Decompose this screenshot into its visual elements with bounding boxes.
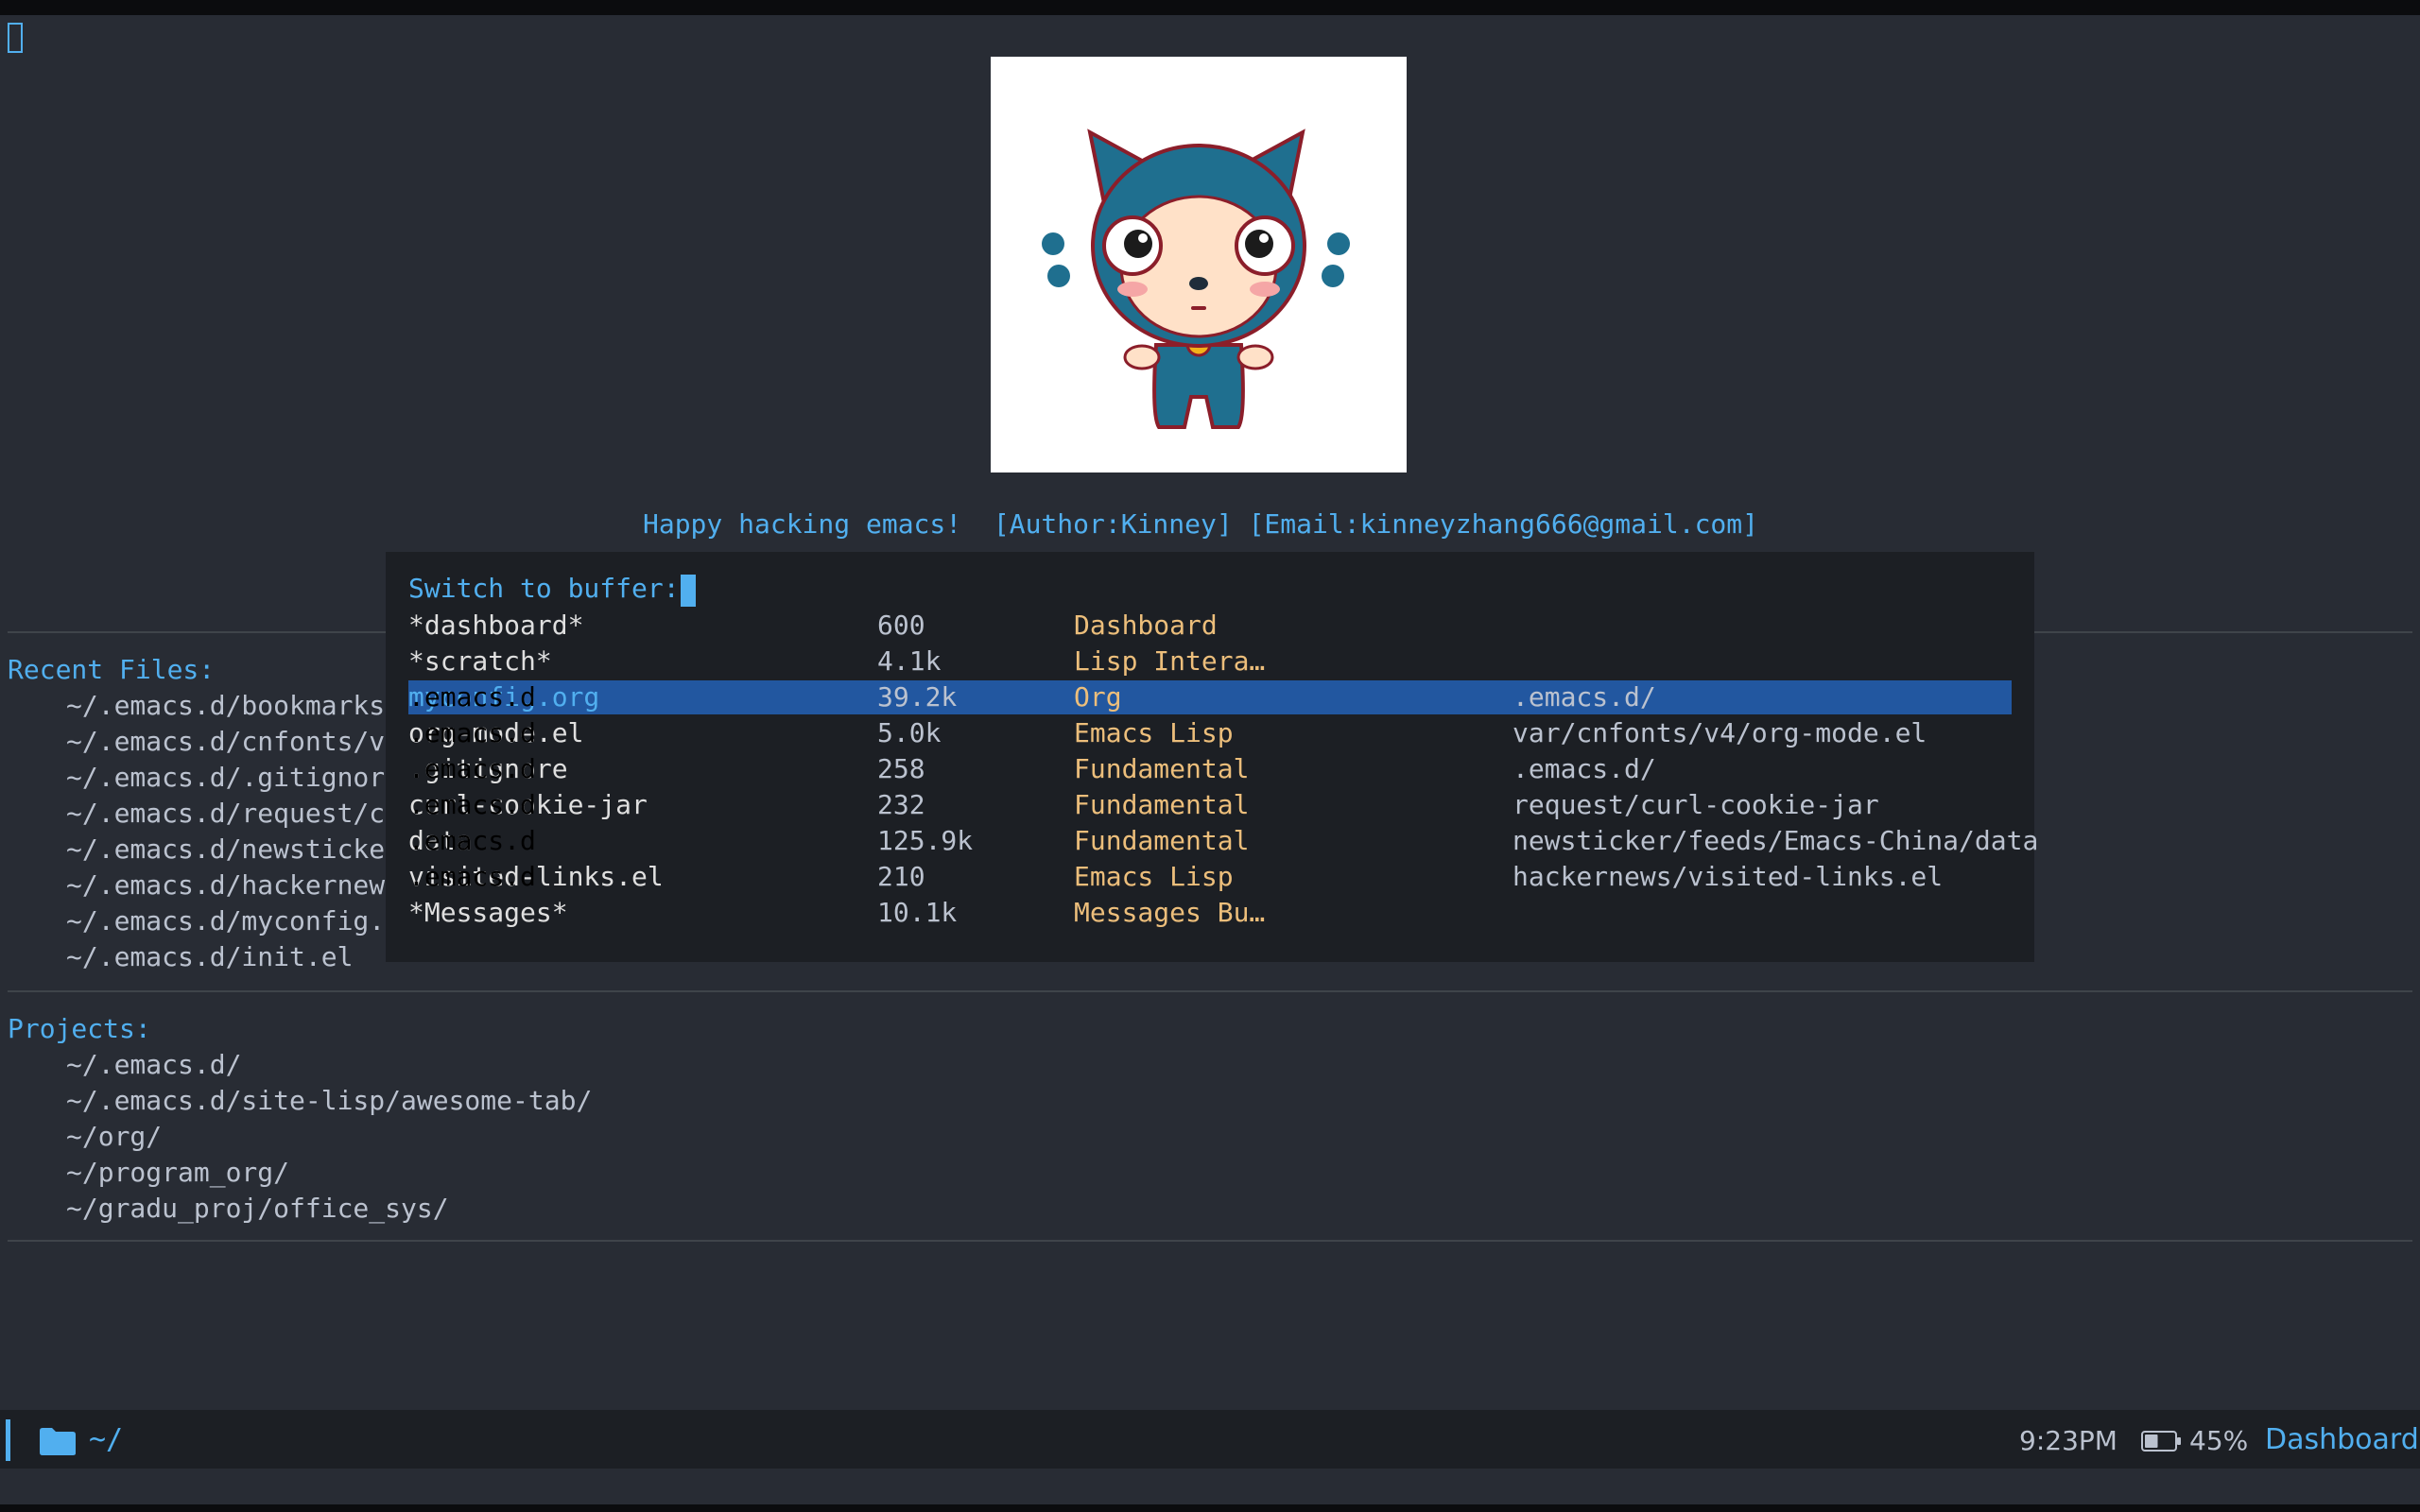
banner-mascot-image [991, 57, 1407, 472]
modeline-battery: 45% [2189, 1425, 2249, 1456]
buffer-size: 125.9k [877, 825, 974, 856]
buffer-mode: Emacs Lisp [1074, 861, 1234, 892]
buffer-mode: Emacs Lisp [1074, 717, 1234, 748]
buffer-path: newsticker/feeds/Emacs-China/data [1512, 825, 2039, 856]
buffer-name: *scratch* [408, 645, 552, 677]
buffer-mode: Fundamental [1074, 753, 1250, 784]
recent-file-item[interactable]: ~/.emacs.d/hackernews [66, 869, 401, 901]
buffer-candidate-row[interactable]: org-mode.el 5.0k Emacs Lisp .emacs.d var/cnf… [408, 716, 2012, 750]
buffer-candidate-row[interactable]: *Messages* 10.1k Messages Bu… [408, 896, 2012, 930]
buffer-path: var/cnfonts/v4/org-mode.el [1512, 717, 1927, 748]
buffer-path: request/curl-cookie-jar [1512, 789, 1879, 820]
buffer-size: 232 [877, 789, 925, 820]
divider [8, 1240, 2412, 1242]
recent-file-item[interactable]: ~/.emacs.d/init.el [66, 941, 353, 972]
buffer-size: 10.1k [877, 897, 958, 928]
project-item[interactable]: ~/org/ [66, 1121, 162, 1152]
folder-icon [40, 1428, 76, 1455]
recent-file-item[interactable]: ~/.emacs.d/myconfig.o [66, 905, 401, 936]
recent-file-item[interactable]: ~/.emacs.d/request/cu [66, 798, 401, 829]
recent-file-item[interactable]: ~/.emacs.d/.gitignore [66, 762, 401, 793]
buffer-size: 600 [877, 610, 925, 641]
buffer-mode: Lisp Intera… [1074, 645, 1266, 677]
project-item[interactable]: ~/.emacs.d/ [66, 1049, 241, 1080]
mascot-illustration [1042, 129, 1350, 429]
battery-fill [2145, 1435, 2158, 1448]
buffer-path: .emacs.d/ [1512, 753, 1656, 784]
switch-buffer-prompt: Switch to buffer: [408, 573, 680, 604]
divider [8, 990, 2412, 992]
buffer-size: 210 [877, 861, 925, 892]
emacs-frame: Happy hacking emacs! [Author:Kinney] [Em… [0, 15, 2420, 1504]
modeline-active-indicator [6, 1419, 10, 1461]
buffer-candidate-row[interactable]: myconfig.org 39.2k Org .emacs.d .emacs.d/ [408, 680, 2012, 714]
buffer-size: 4.1k [877, 645, 942, 677]
buffer-mode: Fundamental [1074, 789, 1250, 820]
modeline-directory: ~/ [89, 1423, 124, 1456]
buffer-mode: Dashboard [1074, 610, 1218, 641]
recent-file-item[interactable]: ~/.emacs.d/newsticker [66, 833, 401, 865]
buffer-candidate-row[interactable]: curl-cookie-jar 232 Fundamental .emacs.d req… [408, 788, 2012, 822]
buffer-project: .emacs.d [408, 825, 536, 856]
buffer-project: .emacs.d [408, 789, 536, 820]
buffer-project: .emacs.d [408, 681, 536, 713]
buffer-switcher-popup: Switch to buffer: *dashboard* 600 Dashboar… [386, 552, 2038, 962]
buffer-candidate-row[interactable]: .gitignore 258 Fundamental .emacs.d .emacs.d… [408, 752, 2012, 786]
buffer-mode: Org [1074, 681, 1122, 713]
modeline: ~/ 9:23PM 45% Dashboard [0, 1410, 2420, 1469]
projects-heading: Projects: [8, 1013, 151, 1044]
project-item[interactable]: ~/gradu_proj/office_sys/ [66, 1193, 449, 1224]
project-item[interactable]: ~/.emacs.d/site-lisp/awesome-tab/ [66, 1085, 592, 1116]
modeline-clock: 9:23PM [2019, 1425, 2118, 1456]
buffer-size: 258 [877, 753, 925, 784]
buffer-name: *dashboard* [408, 610, 584, 641]
buffer-mode: Fundamental [1074, 825, 1250, 856]
project-item[interactable]: ~/program_org/ [66, 1157, 289, 1188]
minibuffer-input-cursor[interactable] [681, 575, 696, 607]
buffer-size: 39.2k [877, 681, 958, 713]
recent-file-item[interactable]: ~/.emacs.d/cnfonts/v4 [66, 726, 401, 757]
buffer-size: 5.0k [877, 717, 942, 748]
buffer-mode: Messages Bu… [1074, 897, 1266, 928]
recent-files-heading: Recent Files: [8, 654, 216, 685]
buffer-project: .emacs.d [408, 861, 536, 892]
buffer-candidate-row[interactable]: visited-links.el 210 Emacs Lisp .emacs.d hac… [408, 860, 2012, 894]
recent-file-item[interactable]: ~/.emacs.d/bookmarks [66, 690, 385, 721]
buffer-project: .emacs.d [408, 753, 536, 784]
modeline-major-mode[interactable]: Dashboard [2265, 1423, 2419, 1456]
buffer-name: *Messages* [408, 897, 568, 928]
battery-icon [2141, 1431, 2181, 1452]
buffer-candidate-row[interactable]: data 125.9k Fundamental .emacs.d newsticker/… [408, 824, 2038, 858]
dashboard-motto: Happy hacking emacs! [Author:Kinney] [Em… [642, 508, 1759, 540]
buffer-candidate-row[interactable]: *scratch* 4.1k Lisp Intera… [408, 644, 2012, 679]
buffer-project: .emacs.d [408, 717, 536, 748]
buffer-path: .emacs.d/ [1512, 681, 1656, 713]
cursor [8, 23, 23, 53]
buffer-path: hackernews/visited-links.el [1512, 861, 1944, 892]
buffer-candidate-row[interactable]: *dashboard* 600 Dashboard [408, 609, 2012, 643]
